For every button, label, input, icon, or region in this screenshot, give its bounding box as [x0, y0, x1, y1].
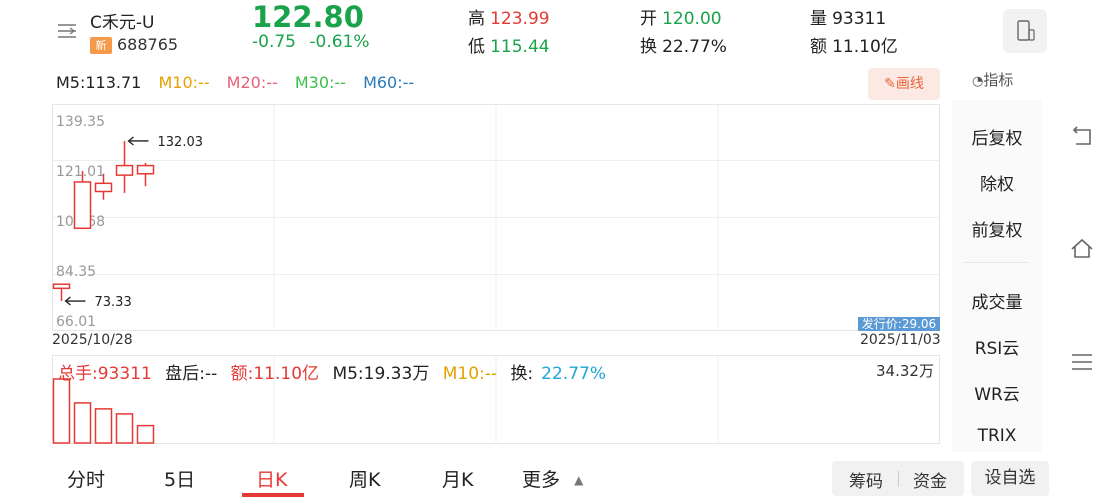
low-quote: 低 115.44	[468, 32, 550, 57]
amount-value: 11.10亿	[832, 37, 898, 57]
total-volume: 总手:93311	[58, 364, 152, 384]
active-tab-indicator	[242, 493, 304, 497]
side-item-rsi[interactable]: RSI云	[952, 334, 1042, 359]
draw-line-button[interactable]: ✎画线	[868, 68, 940, 100]
current-price: 122.80	[252, 0, 364, 34]
change-amount: -0.75	[252, 32, 296, 52]
open-label: 开	[640, 9, 657, 29]
chips-funds-toggle: 筹码 资金	[832, 461, 964, 496]
tab-weekly-k[interactable]: 周K	[349, 465, 380, 492]
y-tick-label: 121.01	[56, 164, 105, 180]
moving-average-legend: M5:113.71 M10:-- M20:-- M30:-- M60:--	[56, 73, 426, 92]
chips-button[interactable]: 筹码	[849, 467, 883, 492]
gauge-icon: ◔	[972, 74, 984, 89]
open-value: 120.00	[662, 9, 722, 29]
phone-rotate-icon	[1017, 20, 1035, 41]
landscape-toggle-button[interactable]	[1003, 9, 1047, 53]
volume-bar	[73, 402, 92, 444]
side-item-wr[interactable]: WR云	[952, 380, 1042, 405]
home-icon[interactable]	[1068, 235, 1096, 263]
candle	[115, 140, 134, 193]
ma20-value: M20:--	[226, 73, 278, 92]
volume-label: 量	[810, 9, 827, 29]
candle-body	[136, 164, 155, 175]
back-icon[interactable]	[1068, 122, 1096, 150]
y-tick-label: 139.35	[56, 114, 105, 130]
recent-apps-icon[interactable]	[1068, 348, 1096, 376]
ma10-value: M10:--	[158, 73, 210, 92]
y-tick-label: 84.35	[56, 264, 96, 280]
tab-5-day[interactable]: 5日	[164, 465, 195, 492]
volume-bar	[115, 413, 134, 444]
date-start: 2025/10/28	[52, 332, 133, 348]
ma5-value: M5:113.71	[56, 73, 142, 92]
side-divider	[964, 262, 1028, 263]
volume-ma10: M10:--	[442, 364, 498, 384]
volume-max-label: 34.32万	[876, 362, 934, 380]
side-item-ex-rights[interactable]: 除权	[952, 170, 1042, 195]
volume-quote: 量 93311	[810, 4, 886, 29]
open-quote: 开 120.00	[640, 4, 722, 29]
tab-daily-k[interactable]: 日K	[256, 465, 287, 492]
menu-icon[interactable]	[56, 20, 78, 42]
volume-bar	[94, 408, 113, 444]
draw-line-label: 画线	[895, 76, 924, 92]
stock-name: C禾元-U	[90, 13, 155, 33]
volume-turnover-label: 换:	[510, 364, 534, 384]
date-end: 2025/11/03	[860, 332, 941, 348]
after-hours: 盘后:--	[165, 364, 218, 384]
side-item-trix[interactable]: TRIX	[952, 426, 1042, 452]
volume-bar	[52, 378, 71, 444]
ma30-value: M30:--	[294, 73, 346, 92]
amount-quote: 额 11.10亿	[810, 32, 898, 57]
new-stock-badge: 新	[90, 37, 112, 54]
candle	[136, 162, 155, 187]
indicator-button[interactable]: ◔指标	[972, 69, 1013, 90]
price-change: -0.75 -0.61%	[252, 32, 370, 52]
turnover-value: 22.77%	[662, 37, 727, 57]
candle	[52, 283, 71, 302]
volume-turnover-value: 22.77%	[541, 364, 606, 384]
volume-bar	[136, 424, 155, 444]
change-percent: -0.61%	[309, 32, 370, 52]
tab-intraday[interactable]: 分时	[67, 465, 105, 492]
volume-value: 93311	[832, 9, 887, 29]
side-item-post-adjust[interactable]: 后复权	[952, 124, 1042, 149]
high-label: 高	[468, 9, 485, 29]
tab-more[interactable]: 更多 ▲	[522, 465, 583, 492]
button-divider	[898, 471, 899, 487]
low-label: 低	[468, 37, 485, 57]
volume-turnover: 换: 22.77%	[510, 364, 614, 384]
add-to-watchlist-button[interactable]: 设自选	[971, 461, 1049, 496]
volume-ma5: M5:19.33万	[332, 364, 430, 384]
tab-more-label: 更多	[522, 469, 561, 491]
candlestick-chart[interactable]: 139.35121.01102.6884.3566.01 132.0373.33…	[52, 104, 940, 331]
tab-monthly-k[interactable]: 月K	[442, 465, 473, 492]
y-tick-label: 66.01	[56, 314, 96, 330]
pencil-icon: ✎	[884, 76, 896, 92]
max-price-label: 132.03	[158, 135, 204, 150]
issue-price-label: 发行价:29.06	[862, 316, 936, 331]
candle-body	[52, 283, 71, 290]
low-value: 115.44	[490, 37, 550, 57]
candle-body	[94, 182, 113, 193]
min-price-label: 73.33	[95, 295, 132, 310]
side-item-pre-adjust[interactable]: 前复权	[952, 216, 1042, 241]
side-item-volume[interactable]: 成交量	[952, 288, 1042, 313]
high-quote: 高 123.99	[468, 4, 550, 29]
high-value: 123.99	[490, 9, 550, 29]
stock-code: 688765	[117, 35, 179, 54]
turnover-label: 换	[640, 37, 657, 57]
ma60-value: M60:--	[363, 73, 415, 92]
volume-legend: 总手:93311 盘后:-- 额:11.10亿 M5:19.33万 M10:--…	[58, 359, 622, 384]
chart-options-panel: 后复权 除权 前复权 成交量 RSI云 WR云 TRIX	[952, 100, 1042, 452]
amount-label: 额	[810, 37, 827, 57]
indicator-label: 指标	[983, 71, 1014, 89]
volume-amount: 额:11.10亿	[230, 364, 320, 384]
caret-up-icon: ▲	[574, 473, 584, 487]
turnover-quote: 换 22.77%	[640, 32, 727, 57]
funds-button[interactable]: 资金	[913, 467, 947, 492]
candle-body	[115, 164, 134, 176]
candle-body	[73, 181, 92, 230]
